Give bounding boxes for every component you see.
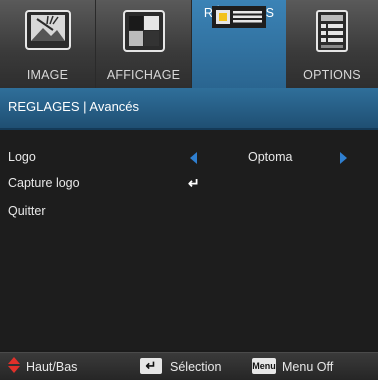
tab-affichage[interactable]: AFFICHAGE xyxy=(96,0,192,88)
page-title: REGLAGES | Avancés xyxy=(8,99,140,114)
hint-navigate: Haut/Bas xyxy=(26,360,78,374)
hint-select: Sélection xyxy=(170,360,222,374)
menu-item-quitter[interactable]: Quitter xyxy=(0,200,378,224)
settings-projector-icon xyxy=(210,0,268,35)
tab-bar: IMAGE AFFICHAGE RÉGLAGES xyxy=(0,0,378,88)
arrow-right-icon[interactable] xyxy=(340,152,347,164)
tab-reglages[interactable]: RÉGLAGES xyxy=(192,0,286,88)
tab-options-label: OPTIONS xyxy=(303,68,361,82)
display-icon xyxy=(122,10,165,57)
enter-icon: ↵ xyxy=(188,175,200,191)
tab-options[interactable]: OPTIONS xyxy=(286,0,378,88)
tab-image[interactable]: IMAGE xyxy=(0,0,96,88)
enter-key-icon: ↵ xyxy=(140,358,162,374)
tab-affichage-label: AFFICHAGE xyxy=(106,68,181,82)
options-list-icon xyxy=(316,10,348,57)
menu-body: Logo Optoma Capture logo ↵ Quitter xyxy=(0,130,378,350)
up-down-arrows-icon xyxy=(8,357,20,375)
osd-menu: IMAGE AFFICHAGE RÉGLAGES xyxy=(0,0,378,380)
hint-menu-off: Menu Off xyxy=(282,360,334,374)
menu-item-logo[interactable]: Logo Optoma xyxy=(0,146,378,170)
arrow-left-icon[interactable] xyxy=(190,152,197,164)
menu-item-label: Capture logo xyxy=(8,176,80,190)
image-photo-icon xyxy=(24,10,71,55)
menu-item-label: Quitter xyxy=(8,204,46,218)
menu-item-label: Logo xyxy=(8,150,36,164)
footer-hint-bar: Haut/Bas ↵ Sélection Menu Menu Off xyxy=(0,352,378,380)
section-header: REGLAGES | Avancés xyxy=(0,88,378,130)
menu-item-capture-logo[interactable]: Capture logo ↵ xyxy=(0,172,378,196)
logo-value: Optoma xyxy=(248,150,293,164)
menu-key-icon: Menu xyxy=(252,358,276,374)
tab-image-label: IMAGE xyxy=(26,68,69,82)
